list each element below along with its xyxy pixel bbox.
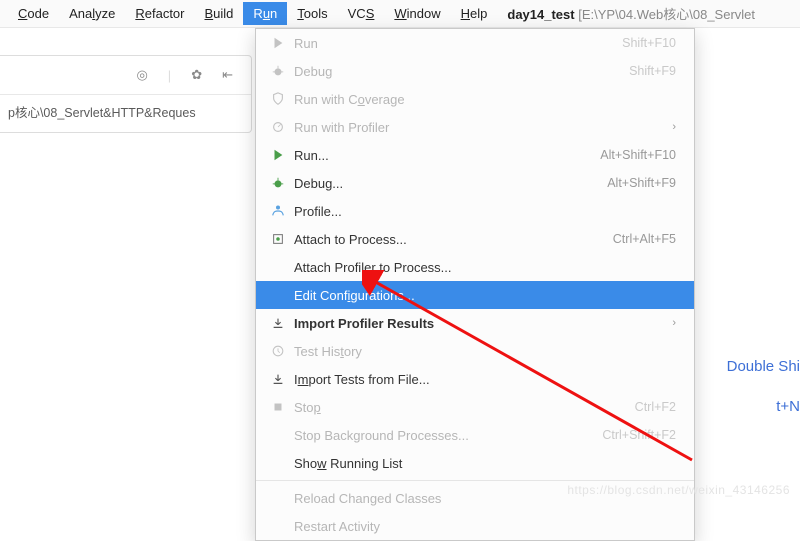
menu-item-debug: DebugShift+F9 [256, 57, 694, 85]
watermark: https://blog.csdn.net/weixin_43146256 [567, 483, 790, 497]
gear-icon[interactable]: ✿ [191, 67, 202, 83]
menubar-item-tools[interactable]: Tools [287, 2, 337, 25]
menu-item-shortcut: Ctrl+Shift+F2 [602, 428, 676, 442]
menu-item-label: Debug [288, 64, 629, 79]
menu-item-label: Edit Configurations... [288, 288, 676, 303]
menu-item-import-tests-from-file[interactable]: Import Tests from File... [256, 365, 694, 393]
project-path: [E:\YP\04.Web核心\08_Servlet [578, 7, 755, 22]
target-icon[interactable]: ◎ [136, 67, 147, 83]
profiler-icon [268, 120, 288, 134]
bug-green-icon [268, 176, 288, 190]
menu-item-run-with-coverage: Run with Coverage [256, 85, 694, 113]
menubar-item-code[interactable]: Code [8, 2, 59, 25]
collapse-icon[interactable]: ⇤ [222, 67, 233, 83]
menu-item-label: Attach Profiler to Process... [288, 260, 676, 275]
menu-item-label: Run with Profiler [288, 120, 672, 135]
menubar-item-vcs[interactable]: VCS [338, 2, 385, 25]
menu-item-attach-to-process[interactable]: Attach to Process...Ctrl+Alt+F5 [256, 225, 694, 253]
shield-icon [268, 92, 288, 106]
submenu-chevron-icon: › [672, 121, 676, 133]
menubar-item-help[interactable]: Help [451, 2, 498, 25]
profile-icon [268, 204, 288, 218]
stop-icon [268, 400, 288, 414]
menu-item-run: RunShift+F10 [256, 29, 694, 57]
menu-item-label: Stop Background Processes... [288, 428, 602, 443]
import-icon [268, 372, 288, 386]
play-icon [268, 36, 288, 50]
menu-item-label: Stop [288, 400, 635, 415]
menu-item-profile[interactable]: Profile... [256, 197, 694, 225]
menu-item-attach-profiler-to-process[interactable]: Attach Profiler to Process... [256, 253, 694, 281]
play-green-icon [268, 148, 288, 162]
toolbar-region: ◎ | ✿ ⇤ p核心\08_Servlet&HTTP&Reques [0, 55, 252, 133]
menu-item-stop-background-processes: Stop Background Processes...Ctrl+Shift+F… [256, 421, 694, 449]
menu-item-shortcut: Shift+F10 [622, 36, 676, 50]
submenu-chevron-icon: › [672, 317, 676, 329]
menu-item-label: Restart Activity [288, 519, 676, 534]
menu-item-run[interactable]: Run...Alt+Shift+F10 [256, 141, 694, 169]
menubar-item-analyze[interactable]: Analyze [59, 2, 125, 25]
menubar-item-refactor[interactable]: Refactor [125, 2, 194, 25]
bug-icon [268, 64, 288, 78]
menubar-item-build[interactable]: Build [195, 2, 244, 25]
menu-item-label: Show Running List [288, 456, 676, 471]
menu-item-restart-activity: Restart Activity [256, 512, 694, 540]
menu-item-label: Test History [288, 344, 676, 359]
menubar-item-run[interactable]: Run [243, 2, 287, 25]
divider-icon: | [168, 68, 171, 83]
menu-item-shortcut: Alt+Shift+F10 [600, 148, 676, 162]
menubar: CodeAnalyzeRefactorBuildRunToolsVCSWindo… [0, 0, 800, 28]
menu-item-stop: StopCtrl+F2 [256, 393, 694, 421]
menu-item-run-with-profiler: Run with Profiler› [256, 113, 694, 141]
menu-item-label: Attach to Process... [288, 232, 613, 247]
menu-item-edit-configurations[interactable]: Edit Configurations... [256, 281, 694, 309]
menu-item-label: Run with Coverage [288, 92, 676, 107]
menu-item-shortcut: Alt+Shift+F9 [607, 176, 676, 190]
menubar-item-window[interactable]: Window [384, 2, 450, 25]
import-icon [268, 316, 288, 330]
menu-item-label: Debug... [288, 176, 607, 191]
hint-text-double-shift: Double Shi [727, 358, 800, 375]
menu-item-label: Import Profiler Results [288, 316, 672, 331]
menu-item-label: Import Tests from File... [288, 372, 676, 387]
project-name: day14_test [507, 7, 574, 22]
attach-icon [268, 232, 288, 246]
toolbar-icons: ◎ | ✿ ⇤ [0, 56, 251, 94]
menu-item-import-profiler-results[interactable]: Import Profiler Results› [256, 309, 694, 337]
menu-item-shortcut: Ctrl+F2 [635, 400, 676, 414]
breadcrumb[interactable]: p核心\08_Servlet&HTTP&Reques [0, 94, 251, 128]
menu-item-shortcut: Ctrl+Alt+F5 [613, 232, 676, 246]
menu-item-label: Profile... [288, 204, 676, 219]
menu-item-debug[interactable]: Debug...Alt+Shift+F9 [256, 169, 694, 197]
menu-item-label: Run [288, 36, 622, 51]
menu-item-shortcut: Shift+F9 [629, 64, 676, 78]
menu-item-label: Run... [288, 148, 600, 163]
hint-text-tn: t+N [776, 398, 800, 415]
clock-icon [268, 344, 288, 358]
menu-item-test-history: Test History [256, 337, 694, 365]
menu-item-show-running-list[interactable]: Show Running List [256, 449, 694, 477]
run-menu-dropdown: RunShift+F10DebugShift+F9Run with Covera… [255, 28, 695, 541]
menu-separator [256, 480, 694, 481]
project-title: day14_test [E:\YP\04.Web核心\08_Servlet [507, 4, 755, 23]
